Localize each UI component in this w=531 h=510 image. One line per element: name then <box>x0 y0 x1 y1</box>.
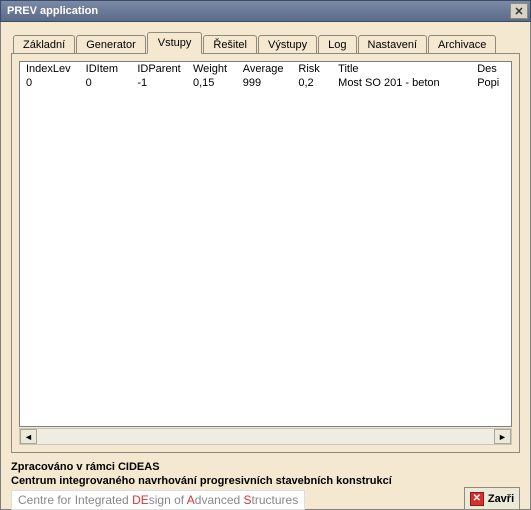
scroll-right-button[interactable]: ► <box>494 429 511 444</box>
scroll-left-button[interactable]: ◄ <box>20 429 37 444</box>
tab-vstupy[interactable]: Vstupy <box>147 32 203 54</box>
window-close-button[interactable]: ✕ <box>510 3 528 19</box>
cell: -1 <box>131 76 187 90</box>
list-header: IndexLevIDItemIDParentWeightAverageRiskT… <box>20 62 511 76</box>
column-header[interactable]: IndexLev <box>20 62 80 76</box>
close-button-label: Zavři <box>488 493 514 505</box>
tab-výstupy[interactable]: Výstupy <box>258 35 317 54</box>
tab-generator[interactable]: Generator <box>76 35 146 54</box>
list-rows: 00-10,159990,2Most SO 201 - betonPopi <box>20 76 511 90</box>
footer-line1: Zpracováno v rámci CIDEAS <box>11 461 520 473</box>
close-button[interactable]: ✕ Zavři <box>464 487 520 510</box>
logo-text: Centre for Integrated <box>18 493 132 507</box>
tab-nastavení[interactable]: Nastavení <box>358 35 428 54</box>
cell: Popi <box>471 76 511 90</box>
tab-log[interactable]: Log <box>318 35 356 54</box>
arrow-left-icon: ◄ <box>24 432 33 442</box>
title-bar: PREV application ✕ <box>0 0 531 22</box>
close-icon: ✕ <box>514 5 523 18</box>
column-header[interactable]: Risk <box>292 62 332 76</box>
logo-text: DE <box>132 493 149 507</box>
column-header[interactable]: Weight <box>187 62 237 76</box>
cell: 0 <box>80 76 132 90</box>
logo-text: S <box>244 493 252 507</box>
column-header[interactable]: Des <box>471 62 511 76</box>
window-title: PREV application <box>7 5 98 17</box>
tab-řešitel[interactable]: Řešitel <box>203 35 257 54</box>
footer-line2: Centrum integrovaného navrhování progres… <box>11 475 520 487</box>
cell: Most SO 201 - beton <box>332 76 471 90</box>
cell: 0,2 <box>292 76 332 90</box>
tab-panel: IndexLevIDItemIDParentWeightAverageRiskT… <box>11 53 520 453</box>
logo-text: tructures <box>252 493 299 507</box>
column-header[interactable]: IDParent <box>131 62 187 76</box>
tab-bar: ZákladníGeneratorVstupyŘešitelVýstupyLog… <box>13 32 520 53</box>
column-header[interactable]: Title <box>332 62 471 76</box>
window-body: ZákladníGeneratorVstupyŘešitelVýstupyLog… <box>0 22 531 510</box>
table-row[interactable]: 00-10,159990,2Most SO 201 - betonPopi <box>20 76 511 90</box>
arrow-right-icon: ► <box>498 432 507 442</box>
column-header[interactable]: Average <box>237 62 293 76</box>
cell: 0 <box>20 76 80 90</box>
logo-text: A <box>187 493 195 507</box>
column-header[interactable]: IDItem <box>80 62 132 76</box>
list-view[interactable]: IndexLevIDItemIDParentWeightAverageRiskT… <box>19 61 512 427</box>
tab-archivace[interactable]: Archivace <box>428 35 496 54</box>
cell: 999 <box>237 76 293 90</box>
cell: 0,15 <box>187 76 237 90</box>
logo-text: sign of <box>149 493 187 507</box>
close-x-icon: ✕ <box>470 492 484 506</box>
footer: Zpracováno v rámci CIDEAS Centrum integr… <box>11 461 520 510</box>
tab-základní[interactable]: Základní <box>13 35 75 54</box>
logo-text: dvanced <box>195 493 244 507</box>
cideas-logo: Centre for Integrated DEsign of Advanced… <box>11 490 305 510</box>
horizontal-scrollbar[interactable]: ◄ ► <box>19 428 512 445</box>
